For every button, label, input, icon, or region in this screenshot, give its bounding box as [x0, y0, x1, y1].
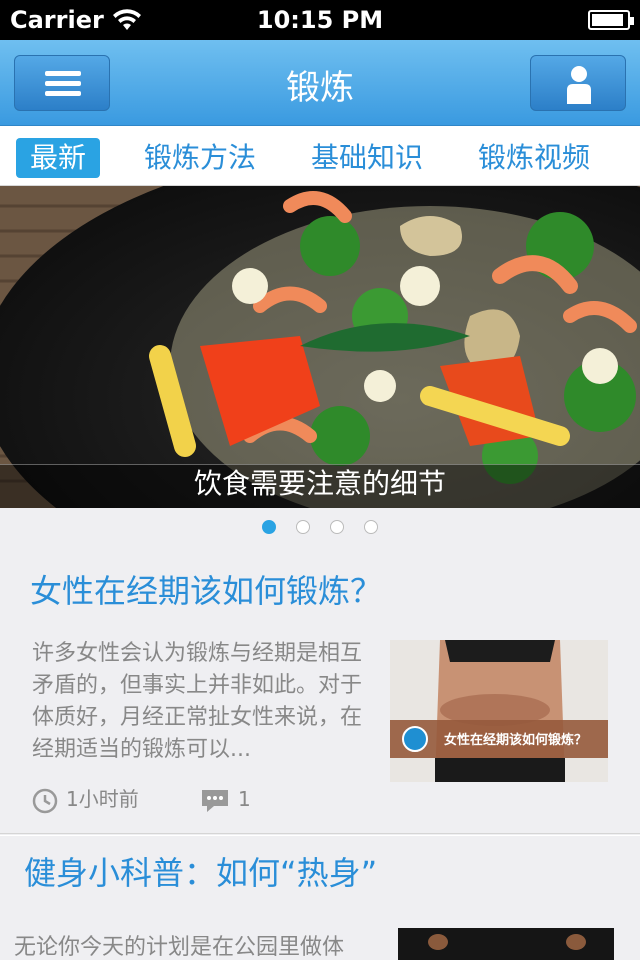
tab-basic-knowledge[interactable]: 基础知识 [311, 138, 423, 178]
article-time: 1小时前 [32, 786, 139, 816]
featured-banner[interactable]: 饮食需要注意的细节 [0, 186, 640, 508]
article-title[interactable]: 健身小科普：如何“热身” [24, 848, 377, 894]
thumbnail-caption: 女性在经期该如何锻炼？ [444, 733, 588, 748]
thumbnail-caption-bar: 女性在经期该如何锻炼？ [390, 720, 608, 758]
clock-icon [32, 788, 58, 813]
tab-exercise-methods[interactable]: 锻炼方法 [144, 138, 256, 178]
user-profile-button[interactable] [530, 55, 626, 111]
article-list-item[interactable]: 健身小科普：如何“热身” 无论你今天的计划是在公园里做体 [0, 835, 640, 960]
user-profile-icon [567, 66, 591, 104]
carousel-dot[interactable] [364, 520, 378, 534]
page-title: 锻炼 [286, 68, 354, 108]
tab-exercise-videos[interactable]: 锻炼视频 [478, 138, 590, 178]
article-thumbnail[interactable]: 女性在经期该如何锻炼？ [390, 640, 608, 782]
category-tabs: 最新 锻炼方法 基础知识 锻炼视频 [0, 126, 640, 186]
article-time-label: 1小时前 [66, 787, 139, 811]
comment-count: 1 [238, 787, 251, 811]
battery-icon [588, 10, 634, 30]
article-thumbnail-image [390, 640, 608, 782]
article-comments[interactable]: 1 [200, 786, 251, 816]
article-list-item[interactable]: 女性在经期该如何锻炼？ 许多女性会认为锻炼与经期是相互矛盾的，但事实上并非如此。… [0, 548, 640, 834]
navigation-bar: 锻炼 [0, 40, 640, 126]
article-thumbnail[interactable] [398, 928, 614, 960]
status-bar: Carrier 10:15 PM [0, 0, 640, 40]
carousel-dot[interactable] [296, 520, 310, 534]
carousel-pagination [0, 518, 640, 538]
hamburger-menu-icon [45, 71, 81, 97]
article-summary: 无论你今天的计划是在公园里做体 [14, 935, 345, 960]
menu-button[interactable] [14, 55, 110, 111]
status-time: 10:15 PM [256, 6, 384, 34]
carousel-dot[interactable] [262, 520, 276, 534]
comment-icon [202, 789, 228, 812]
article-thumbnail-image [398, 928, 614, 960]
article-title[interactable]: 女性在经期该如何锻炼？ [30, 566, 382, 612]
carousel-dot[interactable] [330, 520, 344, 534]
battery-level [592, 14, 623, 26]
brand-logo-icon [402, 726, 428, 752]
banner-caption: 饮食需要注意的细节 [193, 467, 446, 500]
tab-latest[interactable]: 最新 [16, 138, 101, 178]
banner-food-image [0, 186, 640, 508]
article-summary: 许多女性会认为锻炼与经期是相互矛盾的，但事实上并非如此。对于体质好，月经正常扯女… [32, 641, 363, 762]
